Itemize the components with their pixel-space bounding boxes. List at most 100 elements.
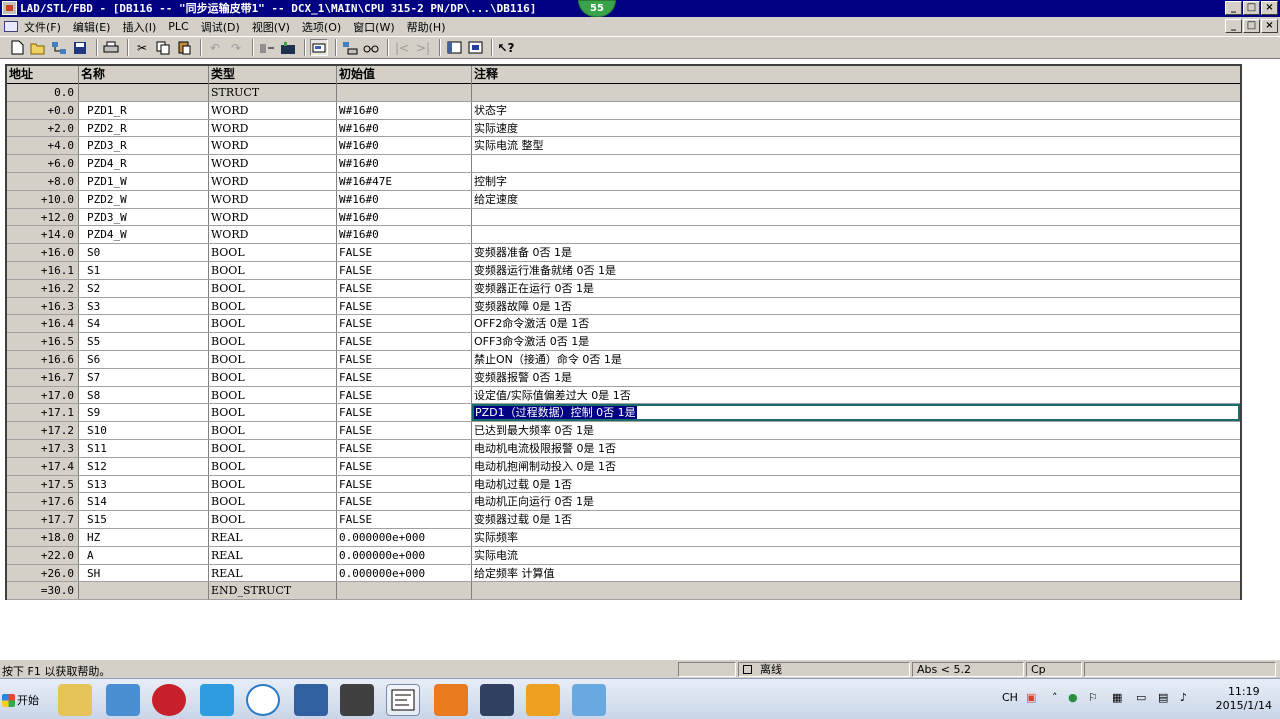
initial-value-cell[interactable]: FALSE [337,315,472,333]
minimize-button[interactable]: _ [1225,1,1242,15]
name-cell[interactable]: S0 [79,244,209,261]
menu-file[interactable]: 文件(F) [24,19,61,35]
name-cell[interactable]: S6 [79,350,209,368]
table-row[interactable]: +12.0 PZD3_W WORD W#16#0 [7,208,1240,227]
comment-cell[interactable]: 电动机抱闸制动投入 0是 1否 [472,458,1240,475]
type-cell[interactable]: BOOL [209,333,337,350]
table-row[interactable]: +14.0 PZD4_W WORD W#16#0 [7,226,1240,245]
initial-value-cell[interactable]: FALSE [337,439,472,457]
type-cell[interactable]: BOOL [209,422,337,439]
tray-network-icon[interactable]: ▦ [1112,691,1122,704]
initial-value-cell[interactable]: W#16#0 [337,155,472,172]
table-row[interactable]: +4.0 PZD3_R WORD W#16#0 实际电流 整型 [7,137,1240,156]
type-cell[interactable]: BOOL [209,368,337,386]
lad-stl-fbd-icon[interactable] [386,684,420,716]
document-icon[interactable] [4,21,18,32]
overview-icon[interactable] [445,39,463,56]
clock[interactable]: 11:19 2015/1/14 [1216,685,1272,713]
name-cell[interactable] [79,582,209,600]
type-cell[interactable]: STRUCT [209,84,337,101]
tray-volume-icon[interactable]: ♪ [1180,691,1187,704]
doc-close-button[interactable]: × [1261,19,1278,33]
address-cell[interactable]: +16.4 [7,315,79,333]
sogou-app-icon[interactable] [246,684,280,716]
table-row[interactable]: +26.0 SH REAL 0.000000e+000 给定频率 计算值 [7,564,1240,583]
comment-cell[interactable]: 变频器故障 0是 1否 [472,298,1240,315]
address-cell[interactable]: +17.5 [7,475,79,493]
comment-cell[interactable]: 变频器过载 0是 1否 [472,511,1240,528]
name-cell[interactable]: S5 [79,333,209,350]
address-cell[interactable]: +16.5 [7,333,79,350]
initial-value-cell[interactable]: W#16#0 [337,190,472,208]
close-button[interactable]: × [1261,1,1278,15]
cut-icon[interactable]: ✂ [133,39,151,56]
comment-cell[interactable]: 变频器正在运行 0否 1是 [472,280,1240,297]
paint-palette-icon[interactable] [572,684,606,716]
app-icon[interactable] [2,1,17,15]
network-icon[interactable] [50,39,68,56]
comment-cell[interactable] [472,84,1240,101]
doc-restore-button[interactable]: □ [1243,19,1260,33]
comment-cell[interactable] [472,209,1240,226]
tray-flag-icon[interactable]: ⚐ [1088,691,1098,704]
type-cell[interactable]: END_STRUCT [209,582,337,600]
comment-cell[interactable]: 电动机正向运行 0否 1是 [472,493,1240,510]
tray-security-icon[interactable]: ● [1068,691,1078,704]
address-cell[interactable]: +6.0 [7,155,79,172]
name-cell[interactable]: S10 [79,422,209,439]
header-comment[interactable]: 注释 [472,66,1240,84]
initial-value-cell[interactable]: W#16#47E [337,172,472,190]
wps-app-icon[interactable] [526,684,560,716]
name-cell[interactable]: A [79,546,209,564]
name-cell[interactable]: S14 [79,493,209,511]
initial-value-cell[interactable]: FALSE [337,279,472,297]
comment-cell[interactable]: 给定速度 [472,191,1240,208]
address-cell[interactable]: +10.0 [7,190,79,208]
comment-cell[interactable]: 禁止ON（接通）命令 0否 1是 [472,351,1240,368]
comment-cell[interactable]: 变频器准备 0否 1是 [472,244,1240,261]
print-icon[interactable] [102,39,120,56]
comment-cell[interactable]: 设定值/实际值偏差过大 0是 1否 [472,387,1240,404]
type-cell[interactable]: WORD [209,172,337,190]
type-cell[interactable]: REAL [209,528,337,546]
name-cell[interactable]: S8 [79,386,209,404]
save-icon[interactable] [71,39,89,56]
jump-back-icon[interactable]: |< [393,39,411,56]
undo-icon[interactable]: ↶ [206,39,224,56]
name-cell[interactable]: S13 [79,475,209,493]
header-address[interactable]: 地址 [7,66,79,84]
table-row[interactable]: 0.0 STRUCT [7,84,1240,102]
address-cell[interactable]: +17.2 [7,422,79,439]
copy-icon[interactable] [154,39,172,56]
address-cell[interactable]: +16.6 [7,350,79,368]
type-cell[interactable]: WORD [209,137,337,155]
paste-icon[interactable] [175,39,193,56]
initial-value-cell[interactable]: FALSE [337,457,472,475]
type-cell[interactable]: WORD [209,190,337,208]
name-cell[interactable]: S9 [79,404,209,422]
name-cell[interactable]: PZD2_W [79,190,209,208]
table-row[interactable]: +16.5 S5 BOOL FALSE OFF3命令激活 0否 1是 [7,333,1240,351]
address-cell[interactable]: =30.0 [7,582,79,600]
address-cell[interactable]: +4.0 [7,137,79,155]
address-cell[interactable]: +17.3 [7,439,79,457]
initial-value-cell[interactable]: 0.000000e+000 [337,528,472,546]
header-initial-value[interactable]: 初始值 [337,66,472,84]
start-button[interactable]: 开始 [2,689,46,711]
cloud-app-icon[interactable] [200,684,234,716]
table-row[interactable]: +2.0 PZD2_R WORD W#16#0 实际速度 [7,119,1240,138]
type-cell[interactable]: BOOL [209,475,337,493]
open-folder-icon[interactable] [29,39,47,56]
redo-icon[interactable]: ↷ [227,39,245,56]
initial-value-cell[interactable]: W#16#0 [337,226,472,244]
citic-app-icon[interactable] [152,684,186,716]
address-cell[interactable]: +14.0 [7,226,79,244]
tray-display-icon[interactable]: ▤ [1158,691,1168,704]
details-icon[interactable] [466,39,484,56]
comment-cell[interactable]: 已达到最大频率 0否 1是 [472,422,1240,439]
type-cell[interactable]: BOOL [209,279,337,297]
table-row[interactable]: +17.3 S11 BOOL FALSE 电动机电流极限报警 0是 1否 [7,439,1240,458]
monitor-icon[interactable] [310,39,328,56]
type-cell[interactable]: BOOL [209,350,337,368]
comment-cell[interactable]: 控制字 [472,173,1240,190]
